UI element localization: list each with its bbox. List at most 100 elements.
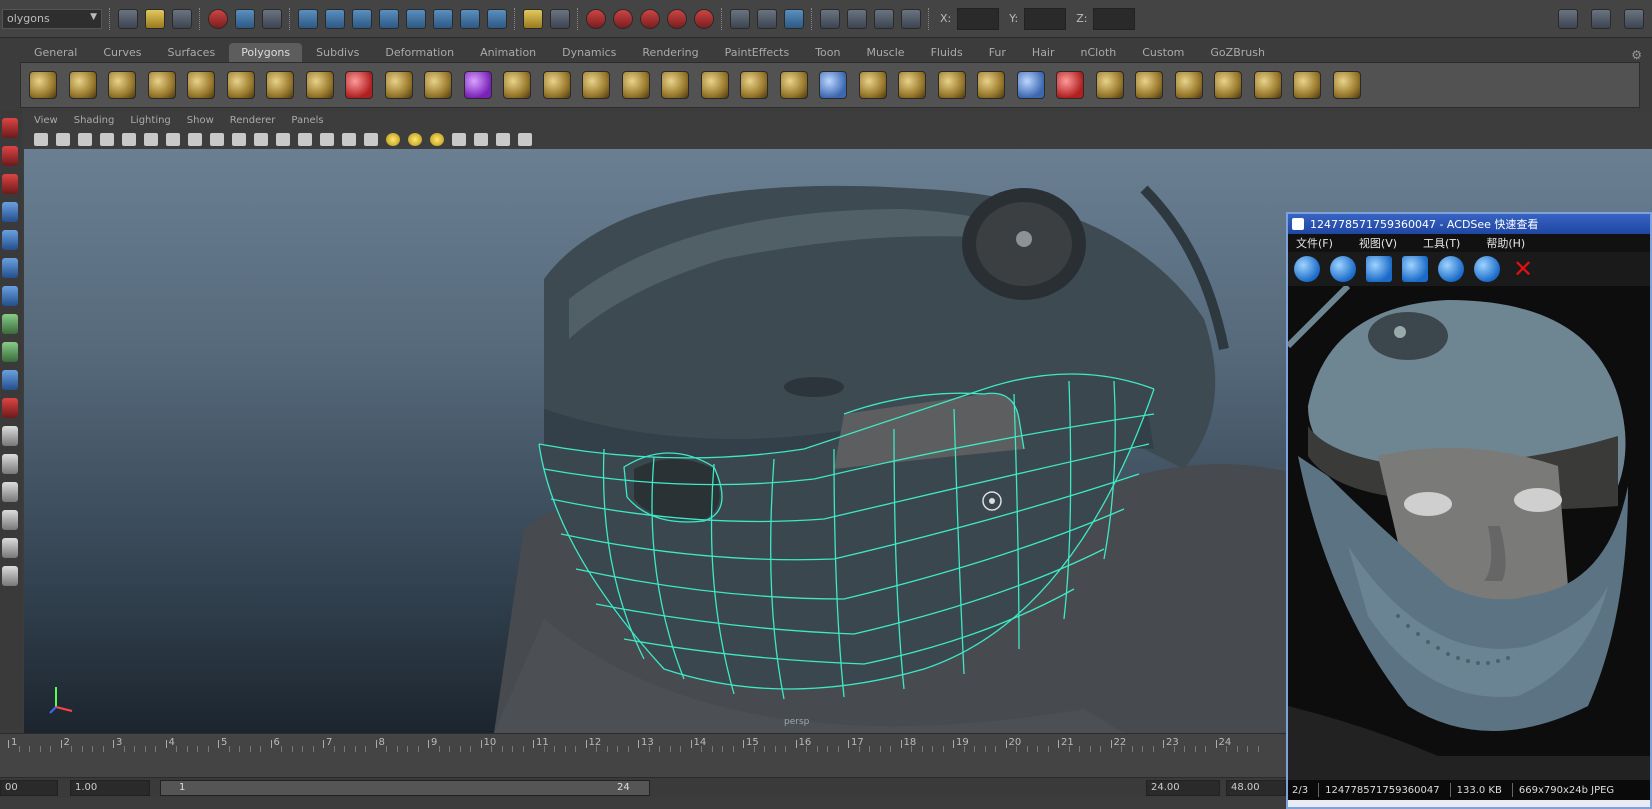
mask-icon[interactable] [460, 8, 480, 29]
soft-mod-tool-icon[interactable] [2, 314, 18, 334]
shelf-tab[interactable]: Hair [1020, 43, 1067, 62]
shelf-tab[interactable]: General [22, 43, 89, 62]
xray-joints-icon[interactable] [496, 132, 510, 146]
panel-menu-view[interactable]: View [34, 115, 58, 129]
shelf-tab[interactable]: Curves [91, 43, 153, 62]
shelf-tab[interactable]: Animation [468, 43, 548, 62]
cylindrical-mapping-icon[interactable] [1253, 71, 1282, 99]
field-chart-icon[interactable] [232, 132, 246, 146]
wireframe-icon[interactable] [298, 132, 312, 146]
separate-icon[interactable] [384, 71, 413, 99]
lock-icon[interactable] [523, 8, 543, 29]
panel-menu-lighting[interactable]: Lighting [130, 115, 170, 129]
history-icon[interactable] [757, 8, 777, 29]
mask-icon[interactable] [352, 8, 372, 29]
persp-graph-layout-icon[interactable] [2, 510, 18, 530]
shelf-tab[interactable]: Custom [1130, 43, 1196, 62]
playback-start-field[interactable]: 1.00 [70, 780, 150, 796]
split-polygon-icon[interactable] [858, 71, 887, 99]
use-all-lights-icon[interactable] [408, 132, 422, 146]
mask-icon[interactable] [325, 8, 345, 29]
acdsee-menu-tools[interactable]: 工具(T) [1423, 235, 1460, 251]
channel-box-icon[interactable] [1624, 8, 1644, 29]
snap-grid-icon[interactable] [586, 8, 606, 29]
mask-icon[interactable] [298, 8, 318, 29]
high-quality-icon[interactable] [518, 132, 532, 146]
shadows-icon[interactable] [430, 132, 444, 146]
acdsee-window[interactable]: 124778571759360047 - ACDSee 快速查看 文件(F) 视… [1286, 212, 1652, 809]
poly-cube-icon[interactable] [68, 71, 97, 99]
shelf-tab[interactable]: Fur [977, 43, 1018, 62]
shelf-tab[interactable]: GoZBrush [1198, 43, 1277, 62]
isolate-select-icon[interactable] [474, 132, 488, 146]
playback-end-field[interactable]: 24.00 [1146, 780, 1220, 796]
select-camera-icon[interactable] [34, 132, 48, 146]
save-scene-icon[interactable] [172, 8, 192, 29]
custom-layout-icon[interactable] [2, 566, 18, 586]
acdsee-menu-file[interactable]: 文件(F) [1296, 235, 1333, 251]
move-tool-icon[interactable] [2, 202, 18, 222]
safe-title-icon[interactable] [276, 132, 290, 146]
previous-image-icon[interactable] [1294, 256, 1320, 282]
shelf-tab[interactable]: nCloth [1069, 43, 1129, 62]
use-default-light-icon[interactable] [386, 132, 400, 146]
ipr-render-icon[interactable] [874, 8, 894, 29]
xray-icon[interactable] [452, 132, 466, 146]
history-icon[interactable] [730, 8, 750, 29]
render-frame-icon[interactable] [847, 8, 867, 29]
scale-tool-icon[interactable] [2, 258, 18, 278]
shelf-tab[interactable]: Dynamics [550, 43, 628, 62]
attribute-editor-icon[interactable] [1591, 8, 1611, 29]
camera-attributes-icon[interactable] [56, 132, 70, 146]
spherical-mapping-icon[interactable] [1293, 71, 1321, 99]
bookmarks-icon[interactable] [78, 132, 92, 146]
history-icon[interactable] [784, 8, 804, 29]
cleanup-icon[interactable] [700, 71, 729, 99]
render-settings-icon[interactable] [901, 8, 921, 29]
boolean-difference-icon[interactable] [542, 71, 571, 99]
snap-point-icon[interactable] [640, 8, 660, 29]
x-field[interactable] [957, 7, 1000, 30]
acdsee-menu-help[interactable]: 帮助(H) [1486, 235, 1525, 251]
shelf-tab[interactable]: Deformation [373, 43, 466, 62]
single-perspective-layout-icon[interactable] [2, 426, 18, 446]
automatic-mapping-icon[interactable] [1332, 71, 1361, 99]
poly-cylinder-icon[interactable] [108, 71, 136, 99]
panel-menu-show[interactable]: Show [187, 115, 214, 129]
append-polygon-icon[interactable] [819, 71, 847, 99]
poly-pipe-icon[interactable] [305, 71, 334, 99]
new-scene-icon[interactable] [118, 8, 138, 29]
sidebar-toggle-icon[interactable] [1558, 8, 1578, 29]
acdsee-menu-view[interactable]: 视图(V) [1359, 235, 1397, 251]
shelf-tab-active[interactable]: Polygons [229, 43, 303, 62]
select-component-icon[interactable] [262, 8, 282, 29]
merge-icon[interactable] [1056, 71, 1084, 99]
mask-icon[interactable] [379, 8, 399, 29]
panel-menu-panels[interactable]: Panels [291, 115, 323, 129]
boolean-union-icon[interactable] [503, 71, 531, 99]
show-manipulator-icon[interactable] [2, 342, 18, 362]
mirror-geometry-icon[interactable] [621, 71, 650, 99]
duplicate-face-icon[interactable] [1174, 71, 1203, 99]
two-d-pan-zoom-icon[interactable] [122, 132, 136, 146]
zoom-in-icon[interactable] [1438, 256, 1464, 282]
shelf-tab[interactable]: Fluids [919, 43, 975, 62]
fill-hole-icon[interactable] [740, 71, 768, 99]
poly-sphere-icon[interactable] [29, 71, 57, 99]
planar-mapping-icon[interactable] [1214, 71, 1242, 99]
smooth-shade-icon[interactable] [320, 132, 334, 146]
wireframe-on-shaded-icon[interactable] [342, 132, 356, 146]
film-gate-icon[interactable] [166, 132, 180, 146]
manipulator-tool-icon[interactable] [2, 286, 18, 306]
extrude-icon[interactable] [977, 71, 1005, 99]
textured-icon[interactable] [364, 132, 378, 146]
last-tool-icon[interactable] [2, 370, 18, 390]
poly-torus-icon[interactable] [226, 71, 255, 99]
y-field[interactable] [1024, 7, 1067, 30]
acdsee-titlebar[interactable]: 124778571759360047 - ACDSee 快速查看 [1288, 214, 1650, 234]
shelf-tab[interactable]: Toon [803, 43, 852, 62]
extract-icon[interactable] [424, 71, 452, 99]
select-tool-icon[interactable] [2, 118, 18, 138]
render-view-icon[interactable] [820, 8, 840, 29]
mask-icon[interactable] [433, 8, 453, 29]
